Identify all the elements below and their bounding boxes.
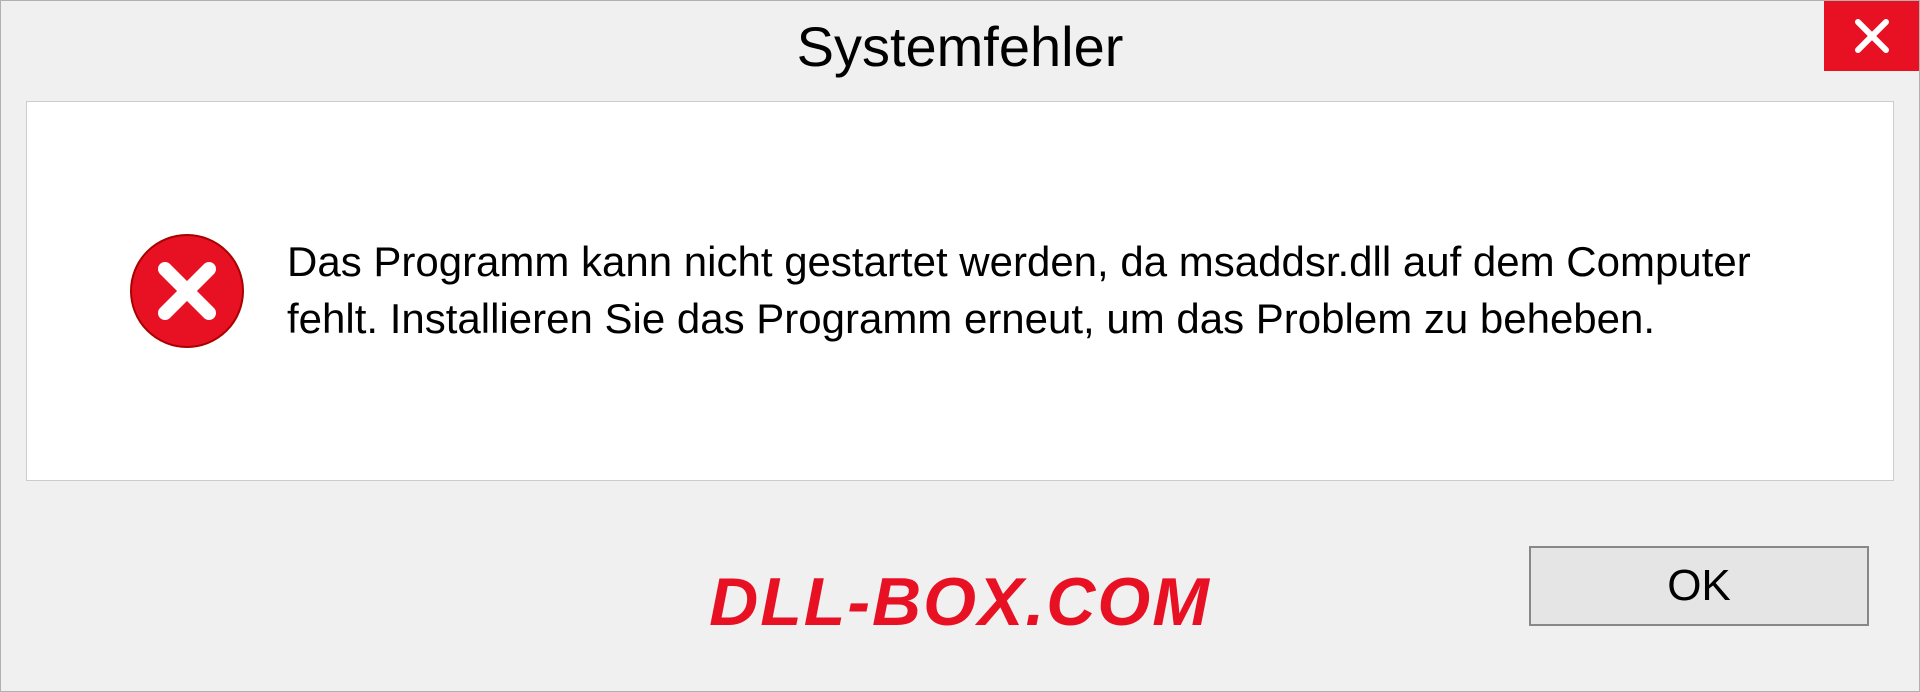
error-message: Das Programm kann nicht gestartet werden… xyxy=(287,234,1853,347)
ok-button[interactable]: OK xyxy=(1529,546,1869,626)
dialog-footer: DLL-BOX.COM OK xyxy=(1,511,1919,691)
close-icon xyxy=(1852,16,1892,56)
titlebar: Systemfehler xyxy=(1,1,1919,91)
error-dialog: Systemfehler Das Programm kann nicht ges… xyxy=(0,0,1920,692)
dialog-title: Systemfehler xyxy=(797,14,1124,79)
content-area: Das Programm kann nicht gestartet werden… xyxy=(26,101,1894,481)
watermark-text: DLL-BOX.COM xyxy=(709,563,1211,641)
close-button[interactable] xyxy=(1824,1,1919,71)
error-icon xyxy=(127,231,247,351)
